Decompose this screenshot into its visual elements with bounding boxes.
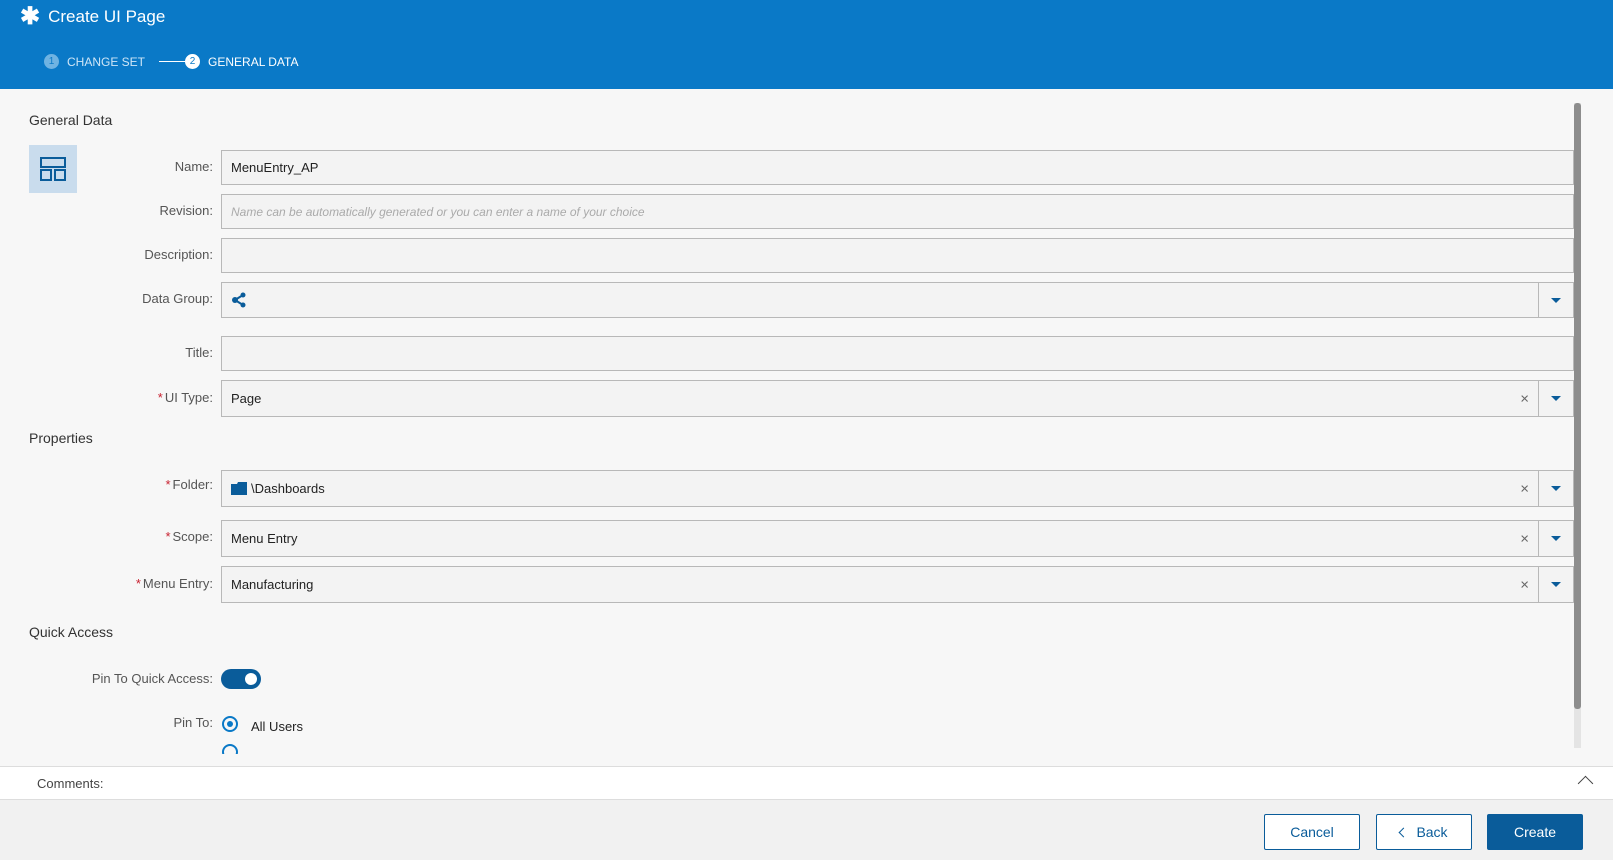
ui-type-value: Page — [231, 391, 262, 406]
step-1-label[interactable]: CHANGE SET — [67, 55, 145, 69]
folder-label-text: Folder: — [172, 477, 213, 492]
ui-type-label: * UI Type: — [158, 390, 213, 405]
back-button[interactable]: Back — [1376, 814, 1472, 850]
create-button[interactable]: Create — [1487, 814, 1583, 850]
scope-dropdown-button[interactable] — [1538, 521, 1573, 556]
menu-entry-value: Manufacturing — [231, 577, 314, 592]
folder-value: \Dashboards — [251, 481, 325, 496]
title-label: Title: — [185, 345, 213, 360]
cancel-button[interactable]: Cancel — [1264, 814, 1360, 850]
pin-to-all-users-label[interactable]: All Users — [251, 719, 303, 734]
menu-entry-dropdown-button[interactable] — [1538, 567, 1573, 602]
chevron-down-icon — [1551, 536, 1561, 541]
step-1-number[interactable]: 1 — [44, 54, 59, 69]
step-2-number[interactable]: 2 — [185, 54, 201, 69]
scope-label-text: Scope: — [172, 529, 213, 544]
back-button-label: Back — [1416, 824, 1448, 840]
comments-label: Comments: — [37, 776, 104, 791]
page-title: Create UI Page — [48, 7, 166, 26]
section-general-data: General Data — [29, 112, 113, 128]
section-properties: Properties — [29, 430, 93, 446]
chevron-left-icon — [1398, 827, 1409, 837]
section-quick-access: Quick Access — [29, 624, 114, 640]
description-field[interactable] — [221, 238, 1574, 273]
clear-icon[interactable]: × — [1520, 390, 1529, 407]
ui-type-select[interactable]: Page × — [221, 380, 1574, 417]
clear-icon[interactable]: × — [1520, 480, 1529, 497]
menu-entry-label-text: Menu Entry: — [142, 576, 213, 591]
data-group-label: Data Group: — [142, 291, 213, 306]
required-marker: * — [165, 477, 171, 492]
data-group-select[interactable] — [221, 282, 1574, 318]
footer-bar: Cancel Back Create — [0, 800, 1613, 860]
share-network-icon — [231, 292, 247, 308]
chevron-down-icon — [1551, 396, 1561, 401]
toggle-knob — [245, 673, 257, 685]
scope-select[interactable]: Menu Entry × — [221, 520, 1574, 557]
scrollbar-thumb[interactable] — [1574, 103, 1581, 709]
folder-select[interactable]: \Dashboards × — [221, 470, 1574, 507]
chevron-down-icon — [1551, 486, 1561, 491]
title-field[interactable] — [221, 336, 1574, 371]
scope-label: * Scope: — [165, 529, 213, 544]
required-marker: * — [135, 576, 141, 591]
revision-placeholder: Name can be automatically generated or y… — [231, 204, 645, 219]
name-field[interactable]: MenuEntry_AP — [221, 150, 1574, 185]
asterisk-icon: ✱ — [20, 3, 41, 30]
scope-value: Menu Entry — [231, 531, 298, 546]
clear-icon[interactable]: × — [1520, 576, 1529, 593]
wizard-steps: 1 CHANGE SET 2 GENERAL DATA — [44, 54, 298, 69]
menu-entry-select[interactable]: Manufacturing × — [221, 566, 1574, 603]
pin-quick-access-label: Pin To Quick Access: — [91, 671, 213, 686]
folder-icon — [231, 482, 247, 495]
name-value: MenuEntry_AP — [231, 160, 319, 175]
ui-page-layout-icon — [29, 145, 77, 193]
revision-label: Revision: — [159, 203, 213, 218]
ui-type-label-text: UI Type: — [164, 390, 213, 405]
pin-quick-access-toggle[interactable] — [221, 669, 261, 689]
menu-entry-label: * Menu Entry: — [136, 576, 213, 591]
ui-type-dropdown-button[interactable] — [1538, 381, 1573, 416]
folder-label: * Folder: — [165, 477, 213, 492]
radio-selected-dot — [227, 721, 233, 727]
pin-to-label: Pin To: — [173, 715, 213, 730]
pin-to-second-radio[interactable] — [222, 744, 238, 754]
step-connector — [159, 61, 186, 62]
step-2-label[interactable]: GENERAL DATA — [208, 55, 298, 69]
comments-bar[interactable]: Comments: — [0, 766, 1613, 800]
data-group-dropdown-button[interactable] — [1538, 283, 1573, 317]
chevron-up-icon[interactable] — [1577, 775, 1594, 792]
folder-dropdown-button[interactable] — [1538, 471, 1573, 506]
form-scrollbar[interactable] — [1574, 103, 1581, 748]
chevron-down-icon — [1551, 582, 1561, 587]
required-marker: * — [165, 529, 171, 544]
required-marker: * — [157, 390, 163, 405]
header-bar: ✱ Create UI Page 1 CHANGE SET 2 GENERAL … — [0, 0, 1613, 89]
revision-field[interactable]: Name can be automatically generated or y… — [221, 194, 1574, 229]
name-label: Name: — [174, 159, 213, 174]
pin-to-radio-clipped[interactable] — [220, 742, 242, 754]
clear-icon[interactable]: × — [1520, 530, 1529, 547]
description-label: Description: — [144, 247, 213, 262]
chevron-down-icon — [1551, 297, 1561, 303]
title-row: ✱ Create UI Page — [20, 3, 166, 30]
pin-to-all-users-radio[interactable] — [222, 716, 238, 732]
